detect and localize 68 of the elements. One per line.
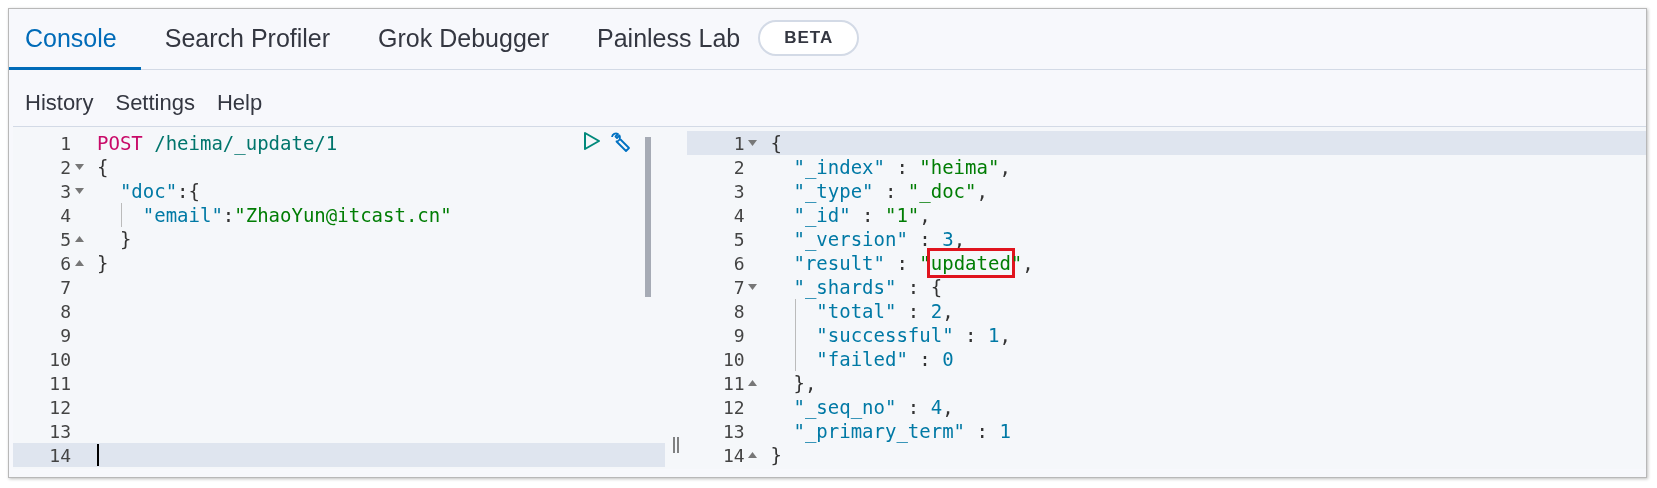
resize-handle-icon[interactable] [672,437,679,453]
code-text: "_type" : "_doc", [792,180,988,202]
code-text: { [97,156,109,178]
line-number: 2 [60,156,71,178]
line-number: 3 [60,180,71,202]
line-number: 10 [722,348,745,370]
line-number: 11 [49,372,71,394]
line-number: 5 [60,228,71,250]
line-number: 14 [722,444,745,466]
tab[interactable]: Painless Lab BETA [581,9,884,70]
scrollbar[interactable] [644,137,651,297]
line-number: 14 [49,444,71,466]
line-number: 12 [722,396,745,418]
fold-caret-icon[interactable] [74,164,84,170]
line-number: 13 [49,420,71,442]
line-number: 7 [60,276,71,298]
fold-caret-icon[interactable] [74,188,84,194]
play-icon[interactable] [582,131,601,151]
line-number: 13 [722,420,745,442]
line-number: 3 [733,180,745,202]
wrench-icon[interactable] [608,131,631,153]
line-number: 1 [60,132,71,154]
code-text: { [770,132,783,154]
line-number: 8 [733,300,745,322]
line-number: 2 [733,156,745,178]
code-text: "_id" : "1", [792,204,931,226]
fold-caret-icon[interactable] [748,380,758,386]
fold-caret-icon[interactable] [748,452,758,458]
line-number: 5 [733,228,745,250]
line-number: 9 [733,324,745,346]
line-number: 6 [60,252,71,274]
code-text: "_index" : "heima", [792,156,1011,178]
code-text: "total" : 2, [815,300,954,322]
code-text: POST /heima/_update/1 [97,132,338,154]
menu-link[interactable]: History [25,90,94,116]
tab[interactable]: Grok Debugger [362,9,574,70]
code-text: "_primary_term" : 1 [792,420,1011,442]
menu-link[interactable]: Settings [115,90,195,116]
fold-caret-icon[interactable] [748,140,758,146]
code-text: ", [1010,252,1034,274]
code-text: "doc":{ [118,180,200,202]
code-text: } [97,252,109,274]
code-text: "failed" : 0 [815,348,954,370]
text-cursor [97,444,99,466]
code-text: "email":"ZhaoYun@itcast.cn" [141,204,452,226]
menu-link[interactable]: Help [216,90,263,116]
line-number: 7 [733,276,745,298]
code-text: "successful" : 1, [815,324,1011,346]
code-text: }, [792,372,817,394]
line-number: 1 [733,132,745,154]
fold-caret-icon[interactable] [748,284,758,290]
line-number: 12 [49,396,71,418]
line-number: 11 [722,372,745,394]
line-number: 4 [733,204,745,226]
beta-badge: BETA [758,20,860,56]
line-number: 10 [49,348,71,370]
code-text: "_shards" : { [792,276,943,298]
code-text: } [118,228,132,250]
line-number: 4 [60,204,71,226]
line-number: 9 [60,324,71,346]
fold-caret-icon[interactable] [74,260,84,266]
code-text: "_seq_no" : 4, [792,396,954,418]
line-number: 6 [733,252,745,274]
fold-caret-icon[interactable] [74,236,84,242]
tab[interactable]: Console [9,9,141,70]
line-number: 8 [60,300,71,322]
tab[interactable]: Search Profiler [148,9,355,70]
code-text: } [770,444,783,466]
